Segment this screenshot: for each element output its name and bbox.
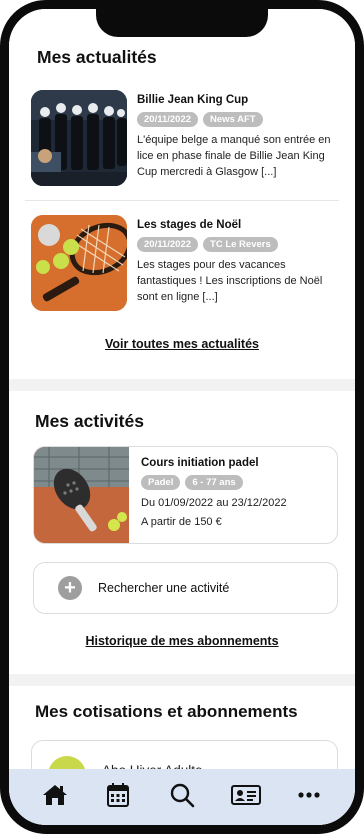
news-item-stages-noel[interactable]: Les stages de Noël 20/11/2022 TC Le Reve…	[25, 200, 339, 325]
see-all-news-link[interactable]: Voir toutes mes actualités	[25, 337, 339, 365]
activity-image-padel	[34, 447, 129, 543]
activities-section: Mes activités Cours initiation padel Pad…	[9, 391, 355, 674]
sport-tag: Padel	[141, 475, 181, 490]
news-image-tennis	[31, 215, 127, 311]
news-description: Les stages pour des vacances fantastique…	[137, 259, 323, 303]
activities-section-title: Mes activités	[35, 411, 144, 431]
bottom-navigation	[9, 769, 355, 825]
search-icon[interactable]	[164, 777, 200, 813]
news-title: Billie Jean King Cup	[137, 94, 249, 106]
search-activity-label: Rechercher une activité	[98, 581, 230, 595]
search-activity-button[interactable]: + Rechercher une activité	[33, 562, 338, 614]
home-icon[interactable]	[37, 777, 73, 813]
screen: Mes actualités Billie Jean King Cup 20/1…	[9, 9, 355, 825]
date-tag: 20/11/2022	[137, 112, 199, 127]
news-description: L'équipe belge a manqué son entrée en li…	[137, 134, 331, 178]
activity-price: A partir de 150 €	[141, 516, 222, 528]
source-tag: TC Le Revers	[203, 237, 278, 252]
age-tag: 6 - 77 ans	[185, 475, 243, 490]
subscription-history-link[interactable]: Historique de mes abonnements	[25, 634, 339, 664]
date-tag: 20/11/2022	[137, 237, 199, 252]
news-section-title: Mes actualités	[37, 47, 157, 67]
activity-dates: Du 01/09/2022 au 23/12/2022	[141, 497, 287, 509]
news-image-team	[31, 90, 127, 186]
source-tag: News AFT	[203, 112, 263, 127]
calendar-icon[interactable]	[100, 777, 136, 813]
phone-notch	[96, 9, 268, 37]
subscriptions-section-title: Mes cotisations et abonnements	[35, 702, 298, 721]
member-card-icon[interactable]	[228, 777, 264, 813]
activity-title: Cours initiation padel	[141, 457, 259, 469]
news-item-billie-jean[interactable]: Billie Jean King Cup 20/11/2022 News AFT…	[25, 90, 339, 200]
more-icon[interactable]	[291, 777, 327, 813]
plus-icon: +	[58, 576, 82, 600]
activity-card-padel[interactable]: Cours initiation padel Padel 6 - 77 ans …	[33, 446, 338, 544]
phone-frame: Mes actualités Billie Jean King Cup 20/1…	[0, 0, 364, 834]
news-section: Mes actualités Billie Jean King Cup 20/1…	[9, 9, 355, 379]
news-title: Les stages de Noël	[137, 219, 242, 231]
